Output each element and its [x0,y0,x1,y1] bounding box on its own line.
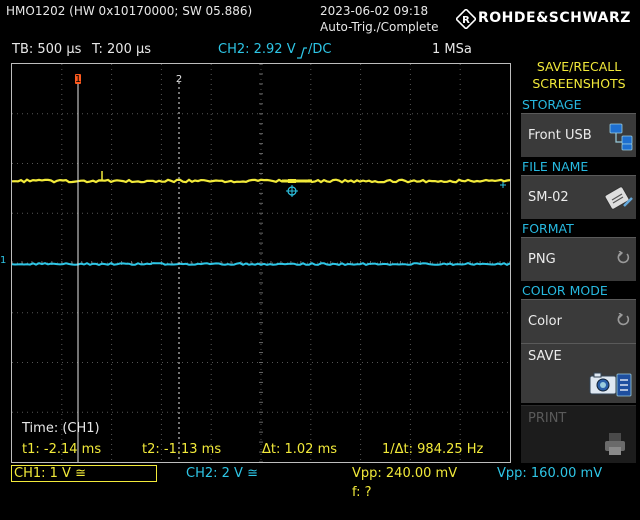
menu-title-line2: SCREENSHOTS [518,76,640,91]
sample-rate: 1 MSa [432,42,472,58]
delta-t-value: Δt: 1.02 ms [262,442,337,457]
storage-value: Front USB [528,128,592,143]
ch1-trace [12,180,510,183]
svg-text:R: R [462,15,470,26]
ch1-vpp: Vpp: 240.00 mV [352,466,457,481]
trigger-status: Auto-Trig./Complete [320,20,438,34]
print-button[interactable]: PRINT [521,405,636,463]
cycle-icon [616,312,630,326]
camera-save-icon [589,370,633,404]
inverse-delta-t-value: 1/Δt: 984.25 Hz [382,442,483,457]
storage-button[interactable]: Front USB [521,113,636,157]
print-label: PRINT [528,411,566,426]
menu-title-line1: SAVE/RECALL [518,59,640,74]
cursor-t2-value: t2: -1.13 ms [142,442,221,457]
save-recall-menu: SAVE/RECALL SCREENSHOTS STORAGE Front US… [518,56,640,520]
measurement-title: Time: (CH1) [22,421,100,436]
timebase: TB: 500 µs [12,42,81,58]
usb-storage-icon [608,122,634,156]
waveform-display[interactable]: 12 [11,63,511,463]
trigger-level: CH2: 2.92 V [218,42,296,58]
file-name-label: FILE NAME [522,159,588,174]
storage-label: STORAGE [522,97,582,112]
trigger-edge-arrow [500,182,506,188]
save-button[interactable]: SAVE [521,343,636,403]
color-mode-button[interactable]: Color [521,299,636,343]
format-button[interactable]: PNG [521,237,636,281]
save-label: SAVE [528,349,562,364]
color-mode-label: COLOR MODE [522,283,608,298]
brand-name: ROHDE&SCHWARZ [478,10,631,26]
format-value: PNG [528,252,556,267]
ch1-frequency: f: ? [352,485,372,500]
cursor1-label: 1 [75,74,81,85]
printer-icon [604,432,626,460]
ch2-ground-marker: 1 [0,255,6,266]
ch1-scale: CH1: 1 V ≅ [14,466,86,481]
trigger-coupling: DC [312,42,331,57]
file-name-value: SM-02 [528,190,569,205]
cursor2-label: 2 [176,74,182,85]
file-name-button[interactable]: SM-02 [521,175,636,219]
brand-logo-icon: R [456,9,476,33]
keyboard-edit-icon [604,182,634,218]
device-info: HMO1202 (HW 0x10170000; SW 05.886) [6,4,252,18]
datetime: 2023-06-02 09:18 [320,4,428,18]
cycle-icon [616,250,630,264]
format-label: FORMAT [522,221,574,236]
trigger-time: T: 200 µs [92,42,151,58]
cursor-t1-value: t1: -2.14 ms [22,442,101,457]
ch2-scale[interactable]: CH2: 2 V ≅ [186,466,258,481]
color-mode-value: Color [528,314,562,329]
